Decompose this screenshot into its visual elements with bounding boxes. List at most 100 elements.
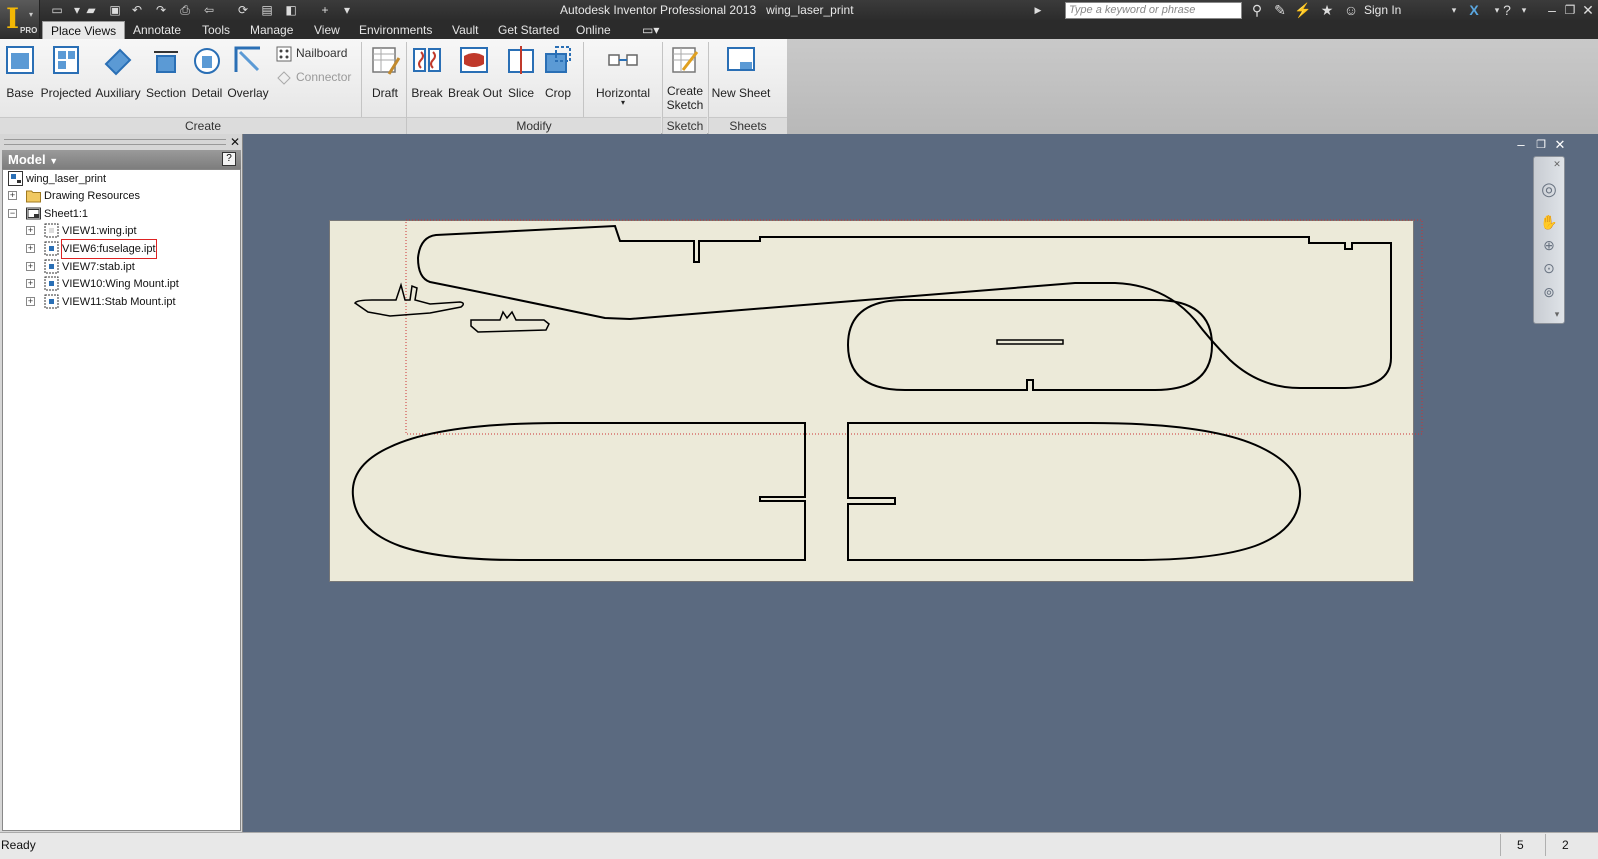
steering-wheel-icon[interactable]: ◎: [1540, 180, 1558, 198]
chevron-down-icon[interactable]: ▾: [1448, 2, 1460, 18]
break-button[interactable]: Break: [410, 44, 444, 104]
undo-icon[interactable]: ↶: [128, 2, 146, 18]
expand-icon[interactable]: +: [26, 279, 35, 288]
navbar-options-icon[interactable]: ▾: [1551, 309, 1563, 321]
browser-help-button[interactable]: ?: [222, 152, 236, 166]
auxiliary-view-button[interactable]: Auxiliary: [95, 44, 141, 104]
search-expand-icon[interactable]: ▶: [1032, 2, 1044, 18]
panel-grip[interactable]: [4, 139, 226, 145]
section-view-button[interactable]: Section: [144, 44, 188, 104]
browser-title: Model: [8, 152, 46, 167]
sketch-panel-label: Sketch: [663, 117, 707, 134]
draft-view-label: Draft: [371, 86, 398, 100]
break-out-icon: [460, 47, 488, 73]
save-icon[interactable]: ▣: [106, 2, 124, 18]
customize-arrow-icon[interactable]: ▾: [338, 2, 356, 18]
print-icon[interactable]: ⎙: [176, 2, 194, 18]
restore-window-icon[interactable]: ❐: [1563, 2, 1577, 18]
create-panel-label: Create: [0, 117, 406, 134]
tab-place-views[interactable]: Place Views: [42, 21, 126, 39]
slice-icon: [508, 46, 534, 74]
panel-toggle-icon[interactable]: ▭▾: [634, 21, 667, 39]
zoom-icon[interactable]: ⊕: [1540, 236, 1558, 254]
base-view-button[interactable]: Base: [3, 44, 37, 104]
crop-label: Crop: [544, 86, 571, 100]
tab-view[interactable]: View: [306, 21, 348, 39]
expand-icon[interactable]: +: [26, 244, 35, 253]
status-count-2: 2: [1562, 838, 1569, 852]
inventor-logo-icon: I: [6, 2, 20, 35]
new-sheet-label: New Sheet: [711, 86, 771, 100]
browser-header[interactable]: Model ▼: [2, 150, 241, 169]
auxiliary-view-label: Auxiliary: [95, 86, 141, 100]
expand-icon[interactable]: +: [8, 191, 17, 200]
new-file-icon[interactable]: ▭: [48, 2, 66, 18]
help-icon[interactable]: ?: [1498, 2, 1516, 18]
crop-button[interactable]: Crop: [541, 44, 575, 104]
folder-icon: [26, 190, 41, 203]
redo-icon[interactable]: ↷: [152, 2, 170, 18]
exchange-apps-icon[interactable]: X: [1464, 2, 1484, 18]
draft-view-button[interactable]: Draft: [367, 44, 403, 104]
appearance-icon[interactable]: ◧: [282, 2, 300, 18]
chevron-down-icon: ▾: [620, 98, 625, 107]
binoculars-icon[interactable]: ⚲: [1248, 2, 1266, 18]
application-menu-button[interactable]: I ▾ PRO: [0, 0, 40, 38]
star-icon[interactable]: ★: [1318, 2, 1336, 18]
detail-view-button[interactable]: Detail: [189, 44, 225, 104]
new-sheet-icon: [727, 47, 755, 71]
close-document-icon[interactable]: ✕: [1553, 138, 1567, 152]
tab-get-started[interactable]: Get Started: [490, 21, 567, 39]
select-icon[interactable]: ▤: [258, 2, 276, 18]
tab-manage[interactable]: Manage: [242, 21, 301, 39]
collapse-icon[interactable]: −: [8, 209, 17, 218]
help-search-input[interactable]: Type a keyword or phrase: [1065, 2, 1242, 19]
new-sheet-button[interactable]: New Sheet: [710, 44, 772, 104]
expand-icon[interactable]: +: [26, 262, 35, 271]
tree-item-label: VIEW1:wing.ipt: [62, 225, 137, 237]
plus-icon[interactable]: +: [316, 2, 334, 18]
tab-tools[interactable]: Tools: [194, 21, 238, 39]
break-out-button[interactable]: Break Out: [448, 44, 503, 104]
tab-online[interactable]: Online: [568, 21, 619, 39]
return-icon[interactable]: ⇦: [200, 2, 218, 18]
connector-button[interactable]: Connector: [276, 70, 351, 88]
horizontal-align-button[interactable]: Horizontal ▾: [594, 44, 652, 107]
overlay-view-button[interactable]: Overlay: [227, 44, 269, 104]
satellite-icon[interactable]: ⚡: [1294, 2, 1312, 18]
open-folder-icon[interactable]: ▰: [82, 2, 100, 18]
tab-environments[interactable]: Environments: [351, 21, 440, 39]
close-icon[interactable]: ✕: [229, 136, 241, 148]
minimize-window-icon[interactable]: –: [1545, 2, 1559, 18]
wrench-icon[interactable]: ✎: [1271, 2, 1289, 18]
sign-in-link[interactable]: Sign In: [1364, 3, 1401, 17]
zoom-window-icon[interactable]: ⊙: [1540, 259, 1558, 277]
view-icon: [44, 259, 59, 274]
restore-document-icon[interactable]: ❐: [1534, 138, 1548, 152]
close-icon[interactable]: ✕: [1551, 159, 1563, 171]
expand-icon[interactable]: +: [26, 297, 35, 306]
close-window-icon[interactable]: ✕: [1581, 2, 1595, 18]
tab-annotate[interactable]: Annotate: [125, 21, 189, 39]
nailboard-button[interactable]: Nailboard: [276, 46, 347, 64]
update-icon[interactable]: ⟳: [234, 2, 252, 18]
zoom-selected-icon[interactable]: ⊚: [1540, 283, 1558, 301]
minimize-document-icon[interactable]: –: [1514, 138, 1528, 152]
pan-icon[interactable]: ✋: [1540, 213, 1558, 231]
break-out-label: Break Out: [448, 86, 503, 100]
create-sketch-button[interactable]: Create Sketch: [665, 44, 705, 112]
slice-button[interactable]: Slice: [504, 44, 538, 104]
nailboard-label: Nailboard: [296, 46, 348, 61]
break-label: Break: [411, 86, 443, 100]
projected-view-button[interactable]: Projected: [40, 44, 92, 104]
ribbon-tab-bar: [0, 21, 1598, 39]
tab-vault[interactable]: Vault: [444, 21, 486, 39]
expand-icon[interactable]: +: [26, 226, 35, 235]
create-sketch-icon: [672, 47, 699, 73]
drawing-sheet[interactable]: [329, 220, 1414, 582]
chevron-down-icon[interactable]: ▾: [1518, 2, 1530, 18]
status-count-1: 5: [1517, 838, 1524, 852]
product-badge: PRO: [20, 26, 38, 35]
detail-view-label: Detail: [191, 86, 223, 100]
drawing-icon: [8, 171, 23, 186]
